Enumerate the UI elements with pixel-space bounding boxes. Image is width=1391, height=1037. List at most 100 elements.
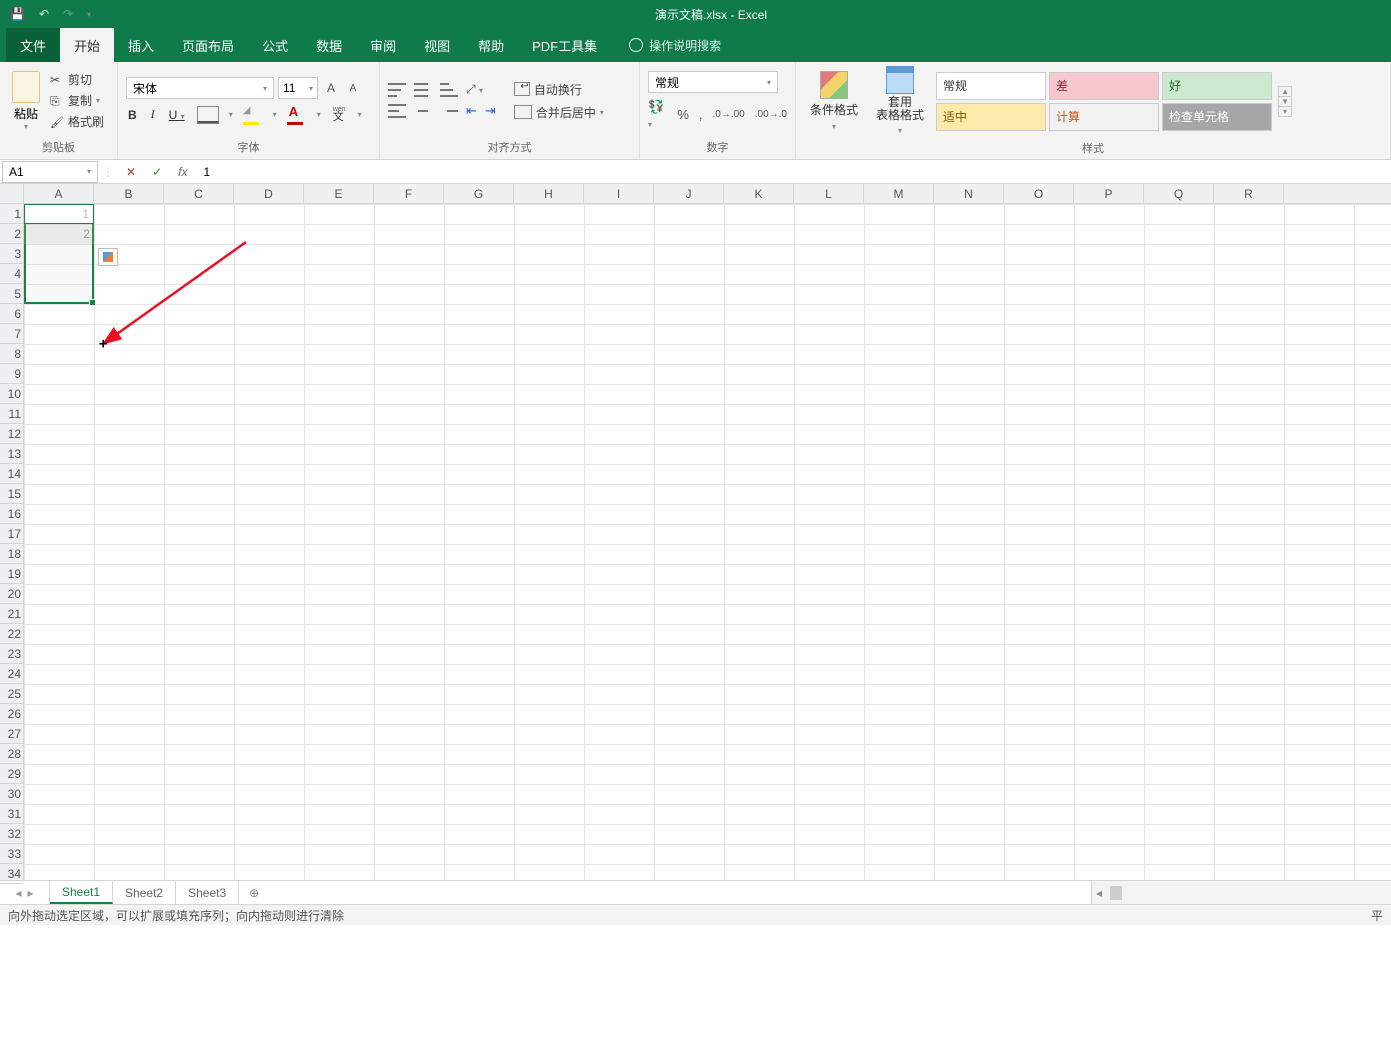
row-header-11[interactable]: 11 — [0, 404, 23, 424]
row-header-13[interactable]: 13 — [0, 444, 23, 464]
row-header-9[interactable]: 9 — [0, 364, 23, 384]
sheet-tab-3[interactable]: Sheet3 — [176, 881, 239, 904]
scroll-left-icon[interactable]: ◂ — [1092, 886, 1106, 900]
tab-home[interactable]: 开始 — [60, 28, 114, 62]
paste-button[interactable]: 粘贴 ▾ — [8, 69, 44, 133]
tab-formulas[interactable]: 公式 — [248, 28, 302, 62]
align-right-button[interactable] — [440, 104, 458, 118]
column-header-J[interactable]: J — [654, 184, 724, 203]
enter-button[interactable]: ✓ — [144, 165, 170, 179]
format-painter-button[interactable]: 格式刷 — [50, 113, 104, 130]
font-size-select[interactable]: 11▾ — [278, 77, 318, 99]
row-header-32[interactable]: 32 — [0, 824, 23, 844]
shrink-font-button[interactable]: A — [344, 77, 362, 99]
cell-A1[interactable]: 1 — [24, 204, 94, 224]
undo-icon[interactable]: ↶ — [39, 7, 49, 21]
column-header-A[interactable]: A — [24, 184, 94, 203]
align-middle-button[interactable] — [414, 83, 432, 97]
paste-dropdown-icon[interactable]: ▾ — [12, 122, 40, 131]
gallery-more-icon[interactable]: ▾ — [1279, 107, 1291, 116]
style-bad[interactable]: 差 — [1049, 72, 1159, 100]
cancel-button[interactable]: ✕ — [118, 165, 144, 179]
cut-button[interactable]: 剪切 — [50, 71, 104, 88]
row-header-2[interactable]: 2 — [0, 224, 23, 244]
row-header-18[interactable]: 18 — [0, 544, 23, 564]
row-header-29[interactable]: 29 — [0, 764, 23, 784]
row-header-30[interactable]: 30 — [0, 784, 23, 804]
increase-decimal-button[interactable]: .0→.00 — [713, 109, 745, 120]
row-header-31[interactable]: 31 — [0, 804, 23, 824]
row-header-1[interactable]: 1 — [0, 204, 23, 224]
column-header-M[interactable]: M — [864, 184, 934, 203]
formula-input[interactable]: 1 — [195, 163, 1391, 181]
percent-button[interactable]: % — [677, 107, 689, 122]
row-header-19[interactable]: 19 — [0, 564, 23, 584]
style-calculation[interactable]: 计算 — [1049, 103, 1159, 131]
underline-button[interactable]: U ▾ — [167, 106, 187, 124]
merge-center-button[interactable]: 合并后居中▾ — [514, 104, 604, 121]
phonetic-button[interactable] — [331, 107, 348, 121]
row-header-24[interactable]: 24 — [0, 664, 23, 684]
copy-button[interactable]: 复制▾ — [50, 92, 104, 109]
column-header-E[interactable]: E — [304, 184, 374, 203]
fx-icon[interactable]: fx — [170, 165, 195, 179]
row-header-7[interactable]: 7 — [0, 324, 23, 344]
gallery-up-icon[interactable]: ▲ — [1279, 87, 1291, 97]
tab-help[interactable]: 帮助 — [464, 28, 518, 62]
select-all-corner[interactable] — [0, 184, 24, 203]
save-icon[interactable]: 💾 — [10, 7, 25, 21]
row-header-14[interactable]: 14 — [0, 464, 23, 484]
row-header-27[interactable]: 27 — [0, 724, 23, 744]
row-header-21[interactable]: 21 — [0, 604, 23, 624]
bold-button[interactable]: B — [126, 106, 139, 124]
row-header-34[interactable]: 34 — [0, 864, 23, 884]
column-header-P[interactable]: P — [1074, 184, 1144, 203]
sheet-tab-1[interactable]: Sheet1 — [50, 881, 113, 904]
conditional-formatting-button[interactable]: 条件格式▾ — [804, 71, 864, 132]
tab-pdf[interactable]: PDF工具集 — [518, 28, 611, 62]
column-header-B[interactable]: B — [94, 184, 164, 203]
border-button[interactable] — [197, 106, 219, 124]
tab-insert[interactable]: 插入 — [114, 28, 168, 62]
style-normal[interactable]: 常规 — [936, 72, 1046, 100]
tell-me[interactable]: 操作说明搜索 — [611, 28, 721, 62]
row-header-33[interactable]: 33 — [0, 844, 23, 864]
row-header-26[interactable]: 26 — [0, 704, 23, 724]
tab-review[interactable]: 审阅 — [356, 28, 410, 62]
decrease-indent-button[interactable]: ⇤ — [466, 103, 477, 119]
style-good[interactable]: 好 — [1162, 72, 1272, 100]
row-header-5[interactable]: 5 — [0, 284, 23, 304]
align-center-button[interactable] — [414, 104, 432, 118]
comma-button[interactable]: , — [699, 107, 703, 122]
align-left-button[interactable] — [388, 104, 406, 118]
column-header-I[interactable]: I — [584, 184, 654, 203]
autofill-options-button[interactable] — [98, 248, 118, 266]
tab-data[interactable]: 数据 — [302, 28, 356, 62]
font-name-select[interactable]: 宋体▾ — [126, 77, 274, 99]
wrap-text-button[interactable]: 自动换行 — [514, 81, 604, 98]
sheet-tab-2[interactable]: Sheet2 — [113, 881, 176, 904]
row-header-17[interactable]: 17 — [0, 524, 23, 544]
row-header-28[interactable]: 28 — [0, 744, 23, 764]
orientation-button[interactable]: ⤢ ▾ — [466, 82, 483, 97]
tab-view[interactable]: 视图 — [410, 28, 464, 62]
tab-layout[interactable]: 页面布局 — [168, 28, 248, 62]
font-color-button[interactable] — [287, 107, 307, 123]
row-header-12[interactable]: 12 — [0, 424, 23, 444]
row-header-23[interactable]: 23 — [0, 644, 23, 664]
column-header-L[interactable]: L — [794, 184, 864, 203]
sheet-next-icon[interactable]: ▸ — [28, 886, 34, 900]
tab-file[interactable]: 文件 — [6, 28, 60, 62]
column-header-N[interactable]: N — [934, 184, 1004, 203]
decrease-decimal-button[interactable]: .00→.0 — [755, 109, 787, 120]
column-header-R[interactable]: R — [1214, 184, 1284, 203]
horizontal-scrollbar[interactable]: ◂ — [1091, 881, 1391, 904]
row-header-4[interactable]: 4 — [0, 264, 23, 284]
column-header-F[interactable]: F — [374, 184, 444, 203]
increase-indent-button[interactable]: ⇥ — [485, 103, 496, 119]
sheet-prev-icon[interactable]: ◂ — [15, 886, 21, 900]
column-header-G[interactable]: G — [444, 184, 514, 203]
style-check-cell[interactable]: 检查单元格 — [1162, 103, 1272, 131]
row-header-25[interactable]: 25 — [0, 684, 23, 704]
style-neutral[interactable]: 适中 — [936, 103, 1046, 131]
